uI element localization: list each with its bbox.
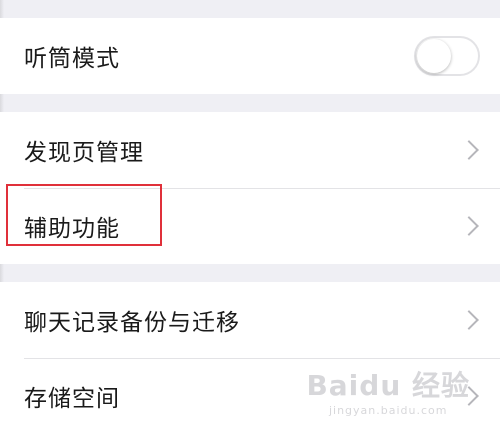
- earpiece-mode-toggle[interactable]: [414, 36, 480, 76]
- discover-management-label: 发现页管理: [24, 140, 144, 166]
- chevron-right-icon: [459, 310, 479, 330]
- storage-label: 存储空间: [24, 386, 120, 412]
- top-spacer: [0, 0, 500, 18]
- discover-management-row[interactable]: 发现页管理: [0, 112, 500, 188]
- chat-backup-label: 聊天记录备份与迁移: [24, 310, 240, 336]
- earpiece-mode-row[interactable]: 听筒模式: [0, 18, 500, 94]
- watermark-sub-text: jingyan.baidu.com: [328, 404, 448, 417]
- chevron-right-icon: [459, 140, 479, 160]
- earpiece-mode-label: 听筒模式: [24, 46, 120, 72]
- baidu-jingyan-watermark: Baidu 经验 jingyan.baidu.com: [306, 364, 470, 417]
- chevron-right-icon: [459, 216, 479, 236]
- group-spacer: [0, 94, 500, 112]
- accessibility-row[interactable]: 辅助功能: [0, 188, 500, 264]
- chat-backup-row[interactable]: 聊天记录备份与迁移: [0, 282, 500, 358]
- toggle-knob: [417, 39, 451, 73]
- settings-group-1: 听筒模式: [0, 18, 500, 94]
- watermark-main-text: Baidu 经验: [306, 369, 470, 402]
- settings-group-2: 发现页管理 辅助功能: [0, 112, 500, 264]
- accessibility-label: 辅助功能: [24, 216, 120, 242]
- group-spacer: [0, 264, 500, 282]
